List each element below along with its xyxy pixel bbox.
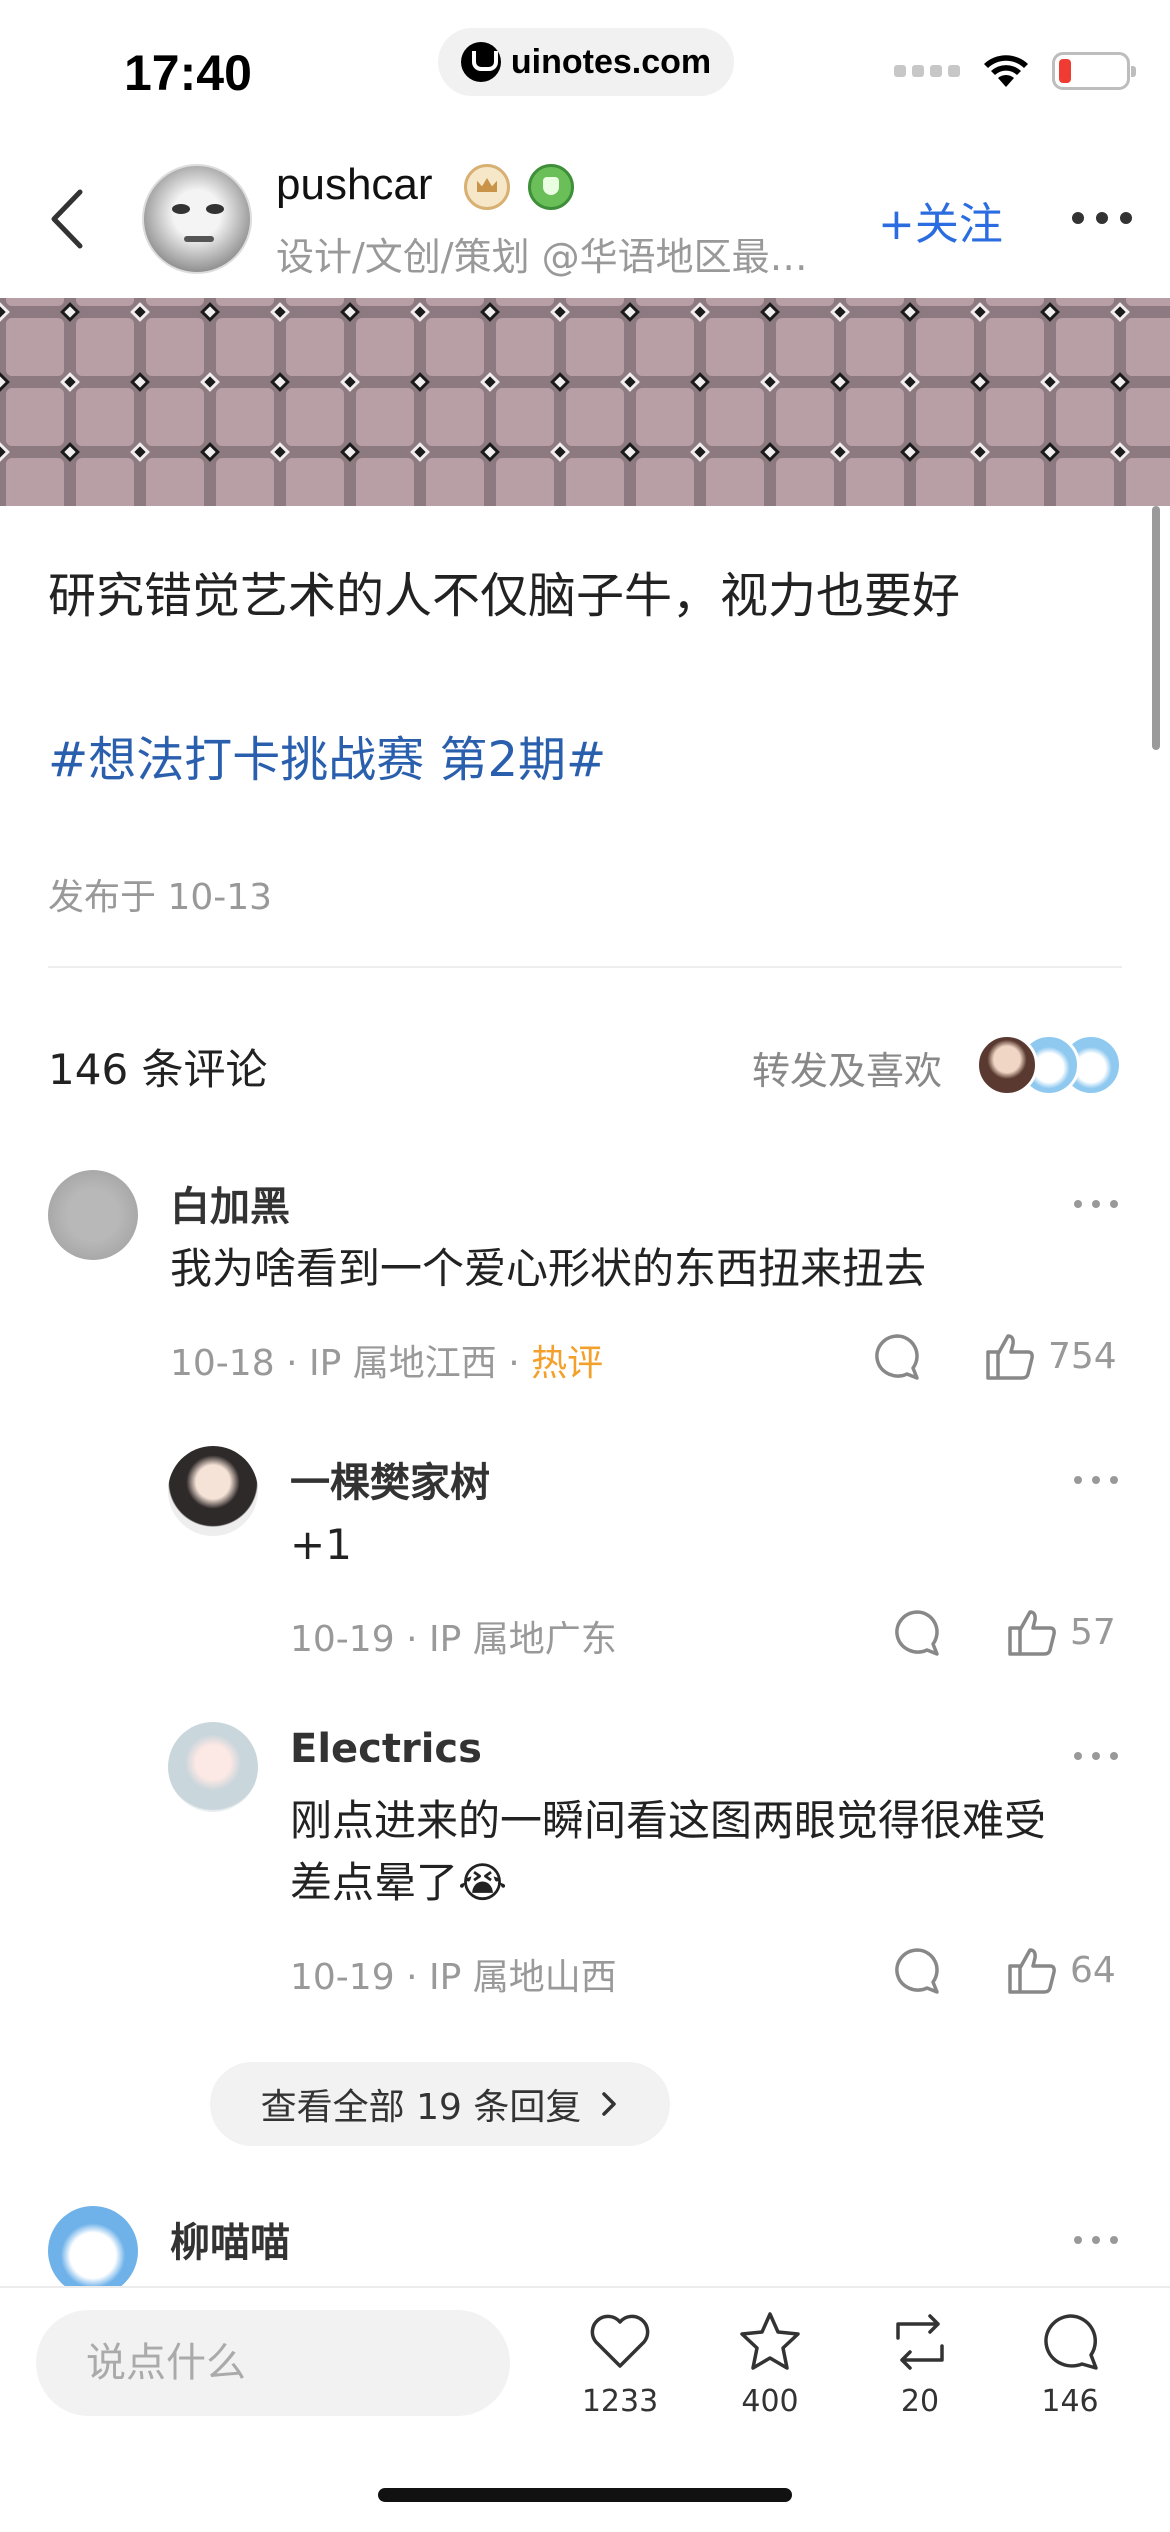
heart-icon xyxy=(590,2314,650,2368)
repost-icon xyxy=(896,2314,944,2370)
comment-text: 我为啥看到一个爱心形状的东西扭来扭去 xyxy=(170,1244,927,1293)
meta-separator: · xyxy=(406,1619,418,1660)
comment-more-icon[interactable] xyxy=(1074,1200,1118,1208)
favorite-button[interactable]: 400 xyxy=(710,2308,830,2419)
status-bar: 17:40 uinotes.com xyxy=(0,0,1170,140)
url-pill[interactable]: uinotes.com xyxy=(438,28,734,96)
battery-icon xyxy=(1052,52,1136,90)
like-button[interactable]: 64 xyxy=(1006,1944,1116,1996)
comment-input-box[interactable] xyxy=(36,2310,510,2416)
comment-text: +1 xyxy=(290,1520,352,1569)
post-hashtag-link[interactable]: #想法打卡挑战赛 第2期# xyxy=(48,720,606,790)
post-date: 发布于 10-13 xyxy=(48,877,273,918)
commenter-avatar[interactable] xyxy=(48,1170,138,1260)
comment-meta: 10-19 · IP 属地山西 xyxy=(290,1948,617,2000)
post-header: pushcar 设计/文创/策划 @华语地区最… +关注 xyxy=(0,140,1170,298)
comment-date: 10-18 xyxy=(170,1343,275,1384)
view-all-replies-button[interactable]: 查看全部 19 条回复 xyxy=(210,2062,670,2146)
divider xyxy=(48,966,1122,968)
comment-more-icon[interactable] xyxy=(1074,1476,1118,1484)
thumbs-up-icon xyxy=(986,1334,1034,1380)
home-indicator xyxy=(378,2488,792,2502)
wifi-icon xyxy=(984,55,1028,87)
commenter-avatar[interactable] xyxy=(168,1722,258,1812)
comment-meta: 10-18 · IP 属地江西 · 热评 xyxy=(170,1334,603,1386)
comment-location: IP 属地江西 xyxy=(308,1343,497,1384)
comment-bubble-icon xyxy=(1044,2314,1098,2370)
comments-count: 146 xyxy=(1041,2384,1099,2419)
comment-more-icon[interactable] xyxy=(1074,1752,1118,1760)
meta-separator: · xyxy=(508,1343,520,1384)
commenter-name[interactable]: 白加黑 xyxy=(170,1174,290,1232)
more-options-icon[interactable] xyxy=(1072,212,1132,224)
comment-meta: 10-19 · IP 属地广东 xyxy=(290,1610,617,1662)
like-post-button[interactable]: 1233 xyxy=(560,2308,680,2419)
comment-text-line1: 刚点进来的一瞬间看这图两眼觉得很难受 xyxy=(290,1796,1047,1845)
site-logo-icon xyxy=(460,42,501,82)
repost-button[interactable]: 20 xyxy=(860,2308,980,2419)
reposter-avatar[interactable] xyxy=(976,1034,1038,1096)
hot-comment-badge: 热评 xyxy=(531,1343,604,1384)
like-count: 64 xyxy=(1070,1949,1116,1991)
back-chevron-icon[interactable] xyxy=(40,184,100,254)
cellular-signal-icon xyxy=(894,65,960,77)
favorites-count: 400 xyxy=(741,2384,799,2419)
star-icon xyxy=(740,2312,800,2370)
comment-button[interactable]: 146 xyxy=(1010,2308,1130,2419)
crown-badge-icon xyxy=(464,164,510,210)
commenter-avatar[interactable] xyxy=(168,1446,258,1536)
comment-more-icon[interactable] xyxy=(1074,2236,1118,2244)
commenter-name[interactable]: 一棵樊家树 xyxy=(290,1450,490,1508)
author-avatar[interactable] xyxy=(142,164,252,274)
reposts-likes-link[interactable]: 转发及喜欢 xyxy=(752,1040,942,1095)
comments-count-title: 146 条评论 xyxy=(48,1045,268,1094)
view-replies-label: 查看全部 19 条回复 xyxy=(260,2087,582,2128)
reposts-count: 20 xyxy=(900,2384,940,2419)
url-text: uinotes.com xyxy=(510,42,712,81)
comment-date: 10-19 xyxy=(290,1957,395,1998)
scroll-indicator xyxy=(1152,506,1160,750)
post-text: 研究错觉艺术的人不仅脑子牛，视力也要好 xyxy=(48,568,961,624)
like-count: 57 xyxy=(1070,1611,1116,1653)
like-button[interactable]: 754 xyxy=(984,1330,1117,1382)
thumbs-up-icon xyxy=(1008,1948,1056,1994)
commenter-name[interactable]: Electrics xyxy=(290,1726,482,1772)
commenter-name[interactable]: 柳喵喵 xyxy=(170,2210,290,2268)
follow-button[interactable]: +关注 xyxy=(878,188,1003,252)
post-image[interactable] xyxy=(0,298,1170,506)
thumbs-up-icon xyxy=(1008,1610,1056,1656)
commenter-avatar[interactable] xyxy=(48,2206,138,2296)
status-time: 17:40 xyxy=(124,45,252,101)
chevron-right-icon xyxy=(602,2092,617,2116)
meta-separator: · xyxy=(286,1343,298,1384)
author-name[interactable]: pushcar xyxy=(276,160,433,210)
comment-text-line2: 差点晕了😭 xyxy=(290,1858,508,1907)
reply-icon[interactable] xyxy=(892,1946,942,1996)
comment-input[interactable] xyxy=(36,2310,510,2416)
comment-location: IP 属地广东 xyxy=(428,1619,617,1660)
comment-location: IP 属地山西 xyxy=(428,1957,617,1998)
like-button[interactable]: 57 xyxy=(1006,1606,1116,1658)
reply-icon[interactable] xyxy=(892,1608,942,1658)
meta-separator: · xyxy=(406,1957,418,1998)
author-description: 设计/文创/策划 @华语地区最… xyxy=(276,235,808,279)
trophy-badge-icon xyxy=(528,164,574,210)
reply-icon[interactable] xyxy=(872,1332,922,1382)
status-indicators xyxy=(894,52,1136,90)
like-count: 754 xyxy=(1048,1335,1117,1377)
comment-date: 10-19 xyxy=(290,1619,395,1660)
likes-count: 1233 xyxy=(581,2384,659,2419)
